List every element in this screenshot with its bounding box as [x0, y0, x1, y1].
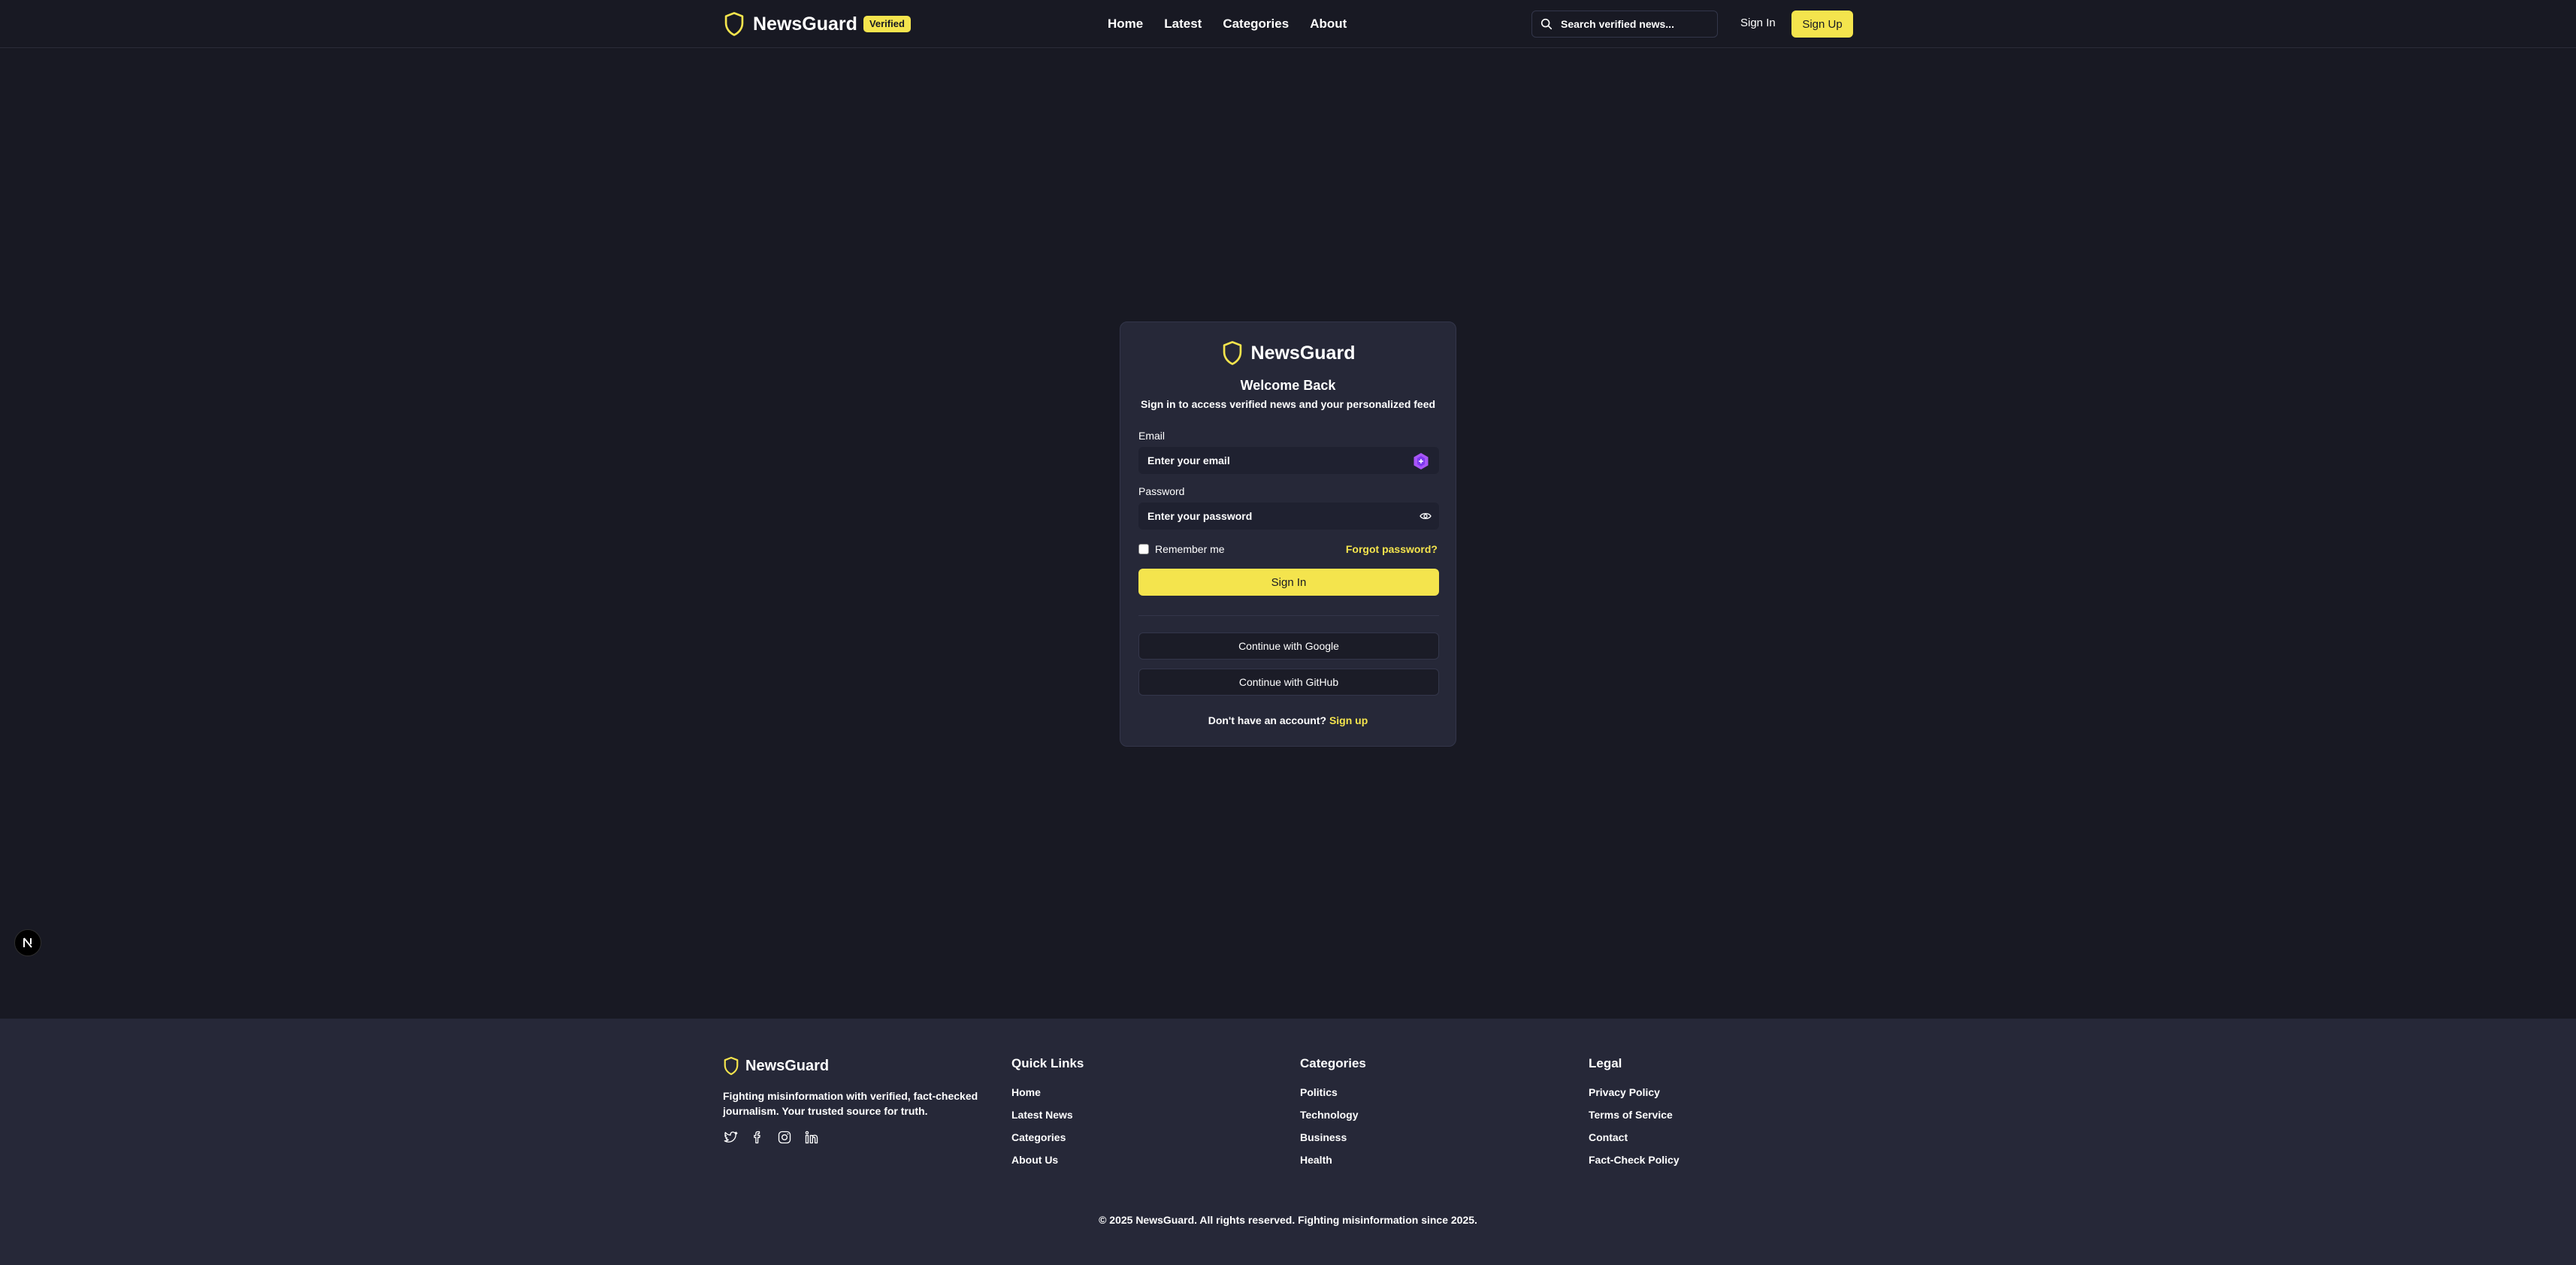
- facebook-icon[interactable]: [750, 1130, 765, 1145]
- password-field-wrapper: [1138, 503, 1439, 530]
- footer-brand[interactable]: NewsGuard: [723, 1056, 829, 1076]
- nav-about[interactable]: About: [1310, 15, 1347, 33]
- remember-checkbox[interactable]: [1138, 544, 1149, 554]
- card-brand: NewsGuard: [1120, 340, 1456, 366]
- nav-categories[interactable]: Categories: [1223, 15, 1289, 33]
- remember-label: Remember me: [1155, 543, 1225, 555]
- password-manager-icon[interactable]: [1412, 452, 1430, 470]
- footer-link-categories[interactable]: Categories: [1011, 1131, 1084, 1143]
- search-input[interactable]: [1561, 18, 1711, 30]
- footer-link-fact-check-policy[interactable]: Fact-Check Policy: [1589, 1154, 1680, 1166]
- email-field[interactable]: [1147, 454, 1388, 466]
- signup-link[interactable]: Sign up: [1329, 714, 1368, 726]
- footer-link-politics[interactable]: Politics: [1300, 1086, 1366, 1098]
- forgot-password-link[interactable]: Forgot password?: [1346, 543, 1438, 555]
- footer: NewsGuard Fighting misinformation with v…: [0, 1019, 2576, 1265]
- footer-brand-name: NewsGuard: [745, 1057, 830, 1074]
- divider: [1138, 615, 1439, 616]
- footer-tagline: Fighting misinformation with verified, f…: [723, 1090, 978, 1117]
- footer-categories: Categories Politics Technology Business …: [1300, 1056, 1366, 1176]
- footer-link-health[interactable]: Health: [1300, 1154, 1366, 1166]
- top-navbar: NewsGuard Verified Home Latest Categorie…: [0, 0, 2576, 48]
- nav-latest[interactable]: Latest: [1164, 15, 1202, 33]
- footer-link-contact[interactable]: Contact: [1589, 1131, 1680, 1143]
- footer-link-technology[interactable]: Technology: [1300, 1109, 1366, 1121]
- footer-legal: Legal Privacy Policy Terms of Service Co…: [1589, 1056, 1680, 1176]
- twitter-icon[interactable]: [723, 1130, 738, 1145]
- card-brand-name: NewsGuard: [1250, 342, 1356, 364]
- footer-col-title: Categories: [1300, 1056, 1366, 1070]
- footer-col-title: Legal: [1589, 1056, 1622, 1070]
- shield-icon: [724, 1056, 739, 1076]
- footer-link-latest-news[interactable]: Latest News: [1011, 1109, 1084, 1121]
- nav-home[interactable]: Home: [1108, 15, 1143, 33]
- brand-name: NewsGuard: [753, 13, 857, 35]
- footer-link-business[interactable]: Business: [1300, 1131, 1366, 1143]
- verified-badge: Verified: [863, 16, 911, 32]
- linkedin-icon[interactable]: [804, 1130, 819, 1145]
- email-label: Email: [1138, 430, 1166, 442]
- password-field[interactable]: [1147, 510, 1388, 522]
- footer-link-home[interactable]: Home: [1011, 1086, 1084, 1098]
- remember-me[interactable]: Remember me: [1138, 543, 1225, 555]
- header-signup-button[interactable]: Sign Up: [1791, 11, 1853, 38]
- no-account-text: Don't have an account?: [1208, 714, 1327, 726]
- login-subtitle: Sign in to access verified news and your…: [1140, 398, 1436, 410]
- github-signin-button[interactable]: Continue with GitHub: [1138, 669, 1439, 696]
- header-signin-link[interactable]: Sign In: [1740, 17, 1776, 29]
- footer-link-privacy[interactable]: Privacy Policy: [1589, 1086, 1680, 1098]
- footer-quick-links: Quick Links Home Latest News Categories …: [1011, 1056, 1084, 1176]
- signup-prompt: Don't have an account? Sign up: [1120, 714, 1456, 726]
- search-icon: [1540, 18, 1553, 30]
- footer-link-about-us[interactable]: About Us: [1011, 1154, 1084, 1166]
- copyright: © 2025 NewsGuard. All rights reserved. F…: [1099, 1214, 1477, 1226]
- brand[interactable]: NewsGuard Verified: [723, 11, 911, 38]
- social-links: [723, 1130, 831, 1145]
- email-field-wrapper: [1138, 447, 1439, 474]
- nextjs-devtools-button[interactable]: [14, 929, 41, 956]
- n-logo-icon: [23, 937, 32, 948]
- login-card: NewsGuard Welcome Back Sign in to access…: [1120, 322, 1456, 747]
- google-signin-button[interactable]: Continue with Google: [1138, 632, 1439, 660]
- eye-icon[interactable]: [1420, 511, 1432, 521]
- instagram-icon[interactable]: [777, 1130, 792, 1145]
- signin-button[interactable]: Sign In: [1138, 569, 1439, 596]
- login-title: Welcome Back: [1240, 378, 1336, 393]
- shield-icon: [724, 12, 744, 36]
- shield-icon: [1223, 341, 1241, 365]
- footer-link-terms[interactable]: Terms of Service: [1589, 1109, 1680, 1121]
- main-nav: Home Latest Categories About: [1108, 15, 1368, 33]
- footer-col-title: Quick Links: [1011, 1056, 1084, 1070]
- password-label: Password: [1138, 485, 1185, 497]
- search-box[interactable]: [1531, 11, 1718, 38]
